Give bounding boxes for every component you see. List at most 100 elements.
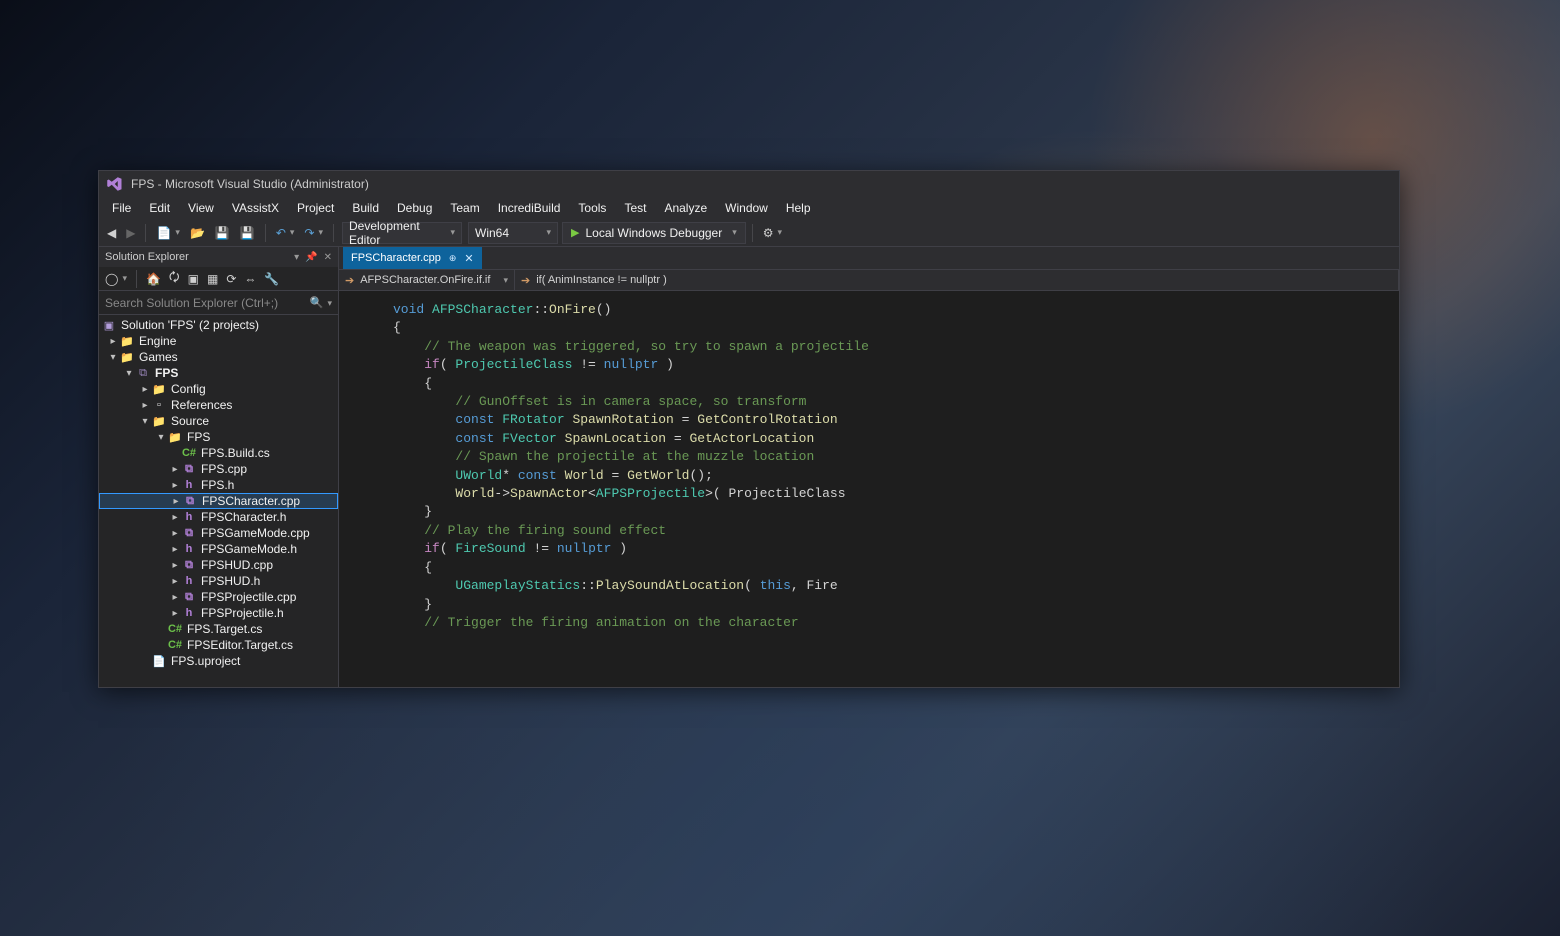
h-icon: h [181,543,197,555]
expand-icon[interactable]: ▸ [169,560,181,571]
document-tab[interactable]: FPSCharacter.cpp ⊕ ✕ [343,247,482,269]
menubar: File Edit View VAssistX Project Build De… [99,197,1399,219]
solution-explorer-toolbar: ◯▾ 🏠 🗘 ▣ ▦ ⟳ ⇔ 🔧 [99,267,338,291]
menu-help[interactable]: Help [777,199,820,217]
expand-icon[interactable]: ▸ [169,528,181,539]
toolbar-extra-button[interactable]: ⚙▾ [759,222,786,244]
tree-fps-src[interactable]: ▾📁FPS [99,429,338,445]
tree-config[interactable]: ▸📁Config [99,381,338,397]
pin-icon[interactable]: ⊕ [449,253,457,264]
expand-icon[interactable]: ▸ [169,592,181,603]
menu-tools[interactable]: Tools [569,199,615,217]
cs-icon: C# [181,447,197,459]
tree-item[interactable]: ▸⧉FPSProjectile.cpp [99,589,338,605]
expand-icon[interactable]: ▸ [139,384,151,395]
tree-item[interactable]: ▸hFPSHUD.h [99,573,338,589]
menu-team[interactable]: Team [441,199,488,217]
save-button[interactable]: 💾 [211,222,234,244]
menu-vassistx[interactable]: VAssistX [223,199,288,217]
expand-icon[interactable]: ▸ [170,496,182,507]
home-button[interactable]: ◯▾ [102,268,130,290]
tree-item[interactable]: C#FPS.Build.cs [99,445,338,461]
menu-debug[interactable]: Debug [388,199,441,217]
document-tabstrip: FPSCharacter.cpp ⊕ ✕ [339,247,1399,269]
cpp-icon: ⧉ [181,559,197,572]
close-icon[interactable]: ✕ [464,252,473,265]
expand-icon[interactable]: ▸ [169,512,181,523]
platform-combo[interactable]: Win64▾ [468,222,558,244]
h-icon: h [181,479,197,491]
solution-root[interactable]: ▣Solution 'FPS' (2 projects) [99,317,338,333]
menu-incredibuild[interactable]: IncrediBuild [489,199,570,217]
expand-icon[interactable]: ▸ [169,480,181,491]
cpp-icon: ⧉ [181,463,197,476]
new-item-button[interactable]: 📄▾ [152,222,183,244]
tree-item[interactable]: ▸hFPSProjectile.h [99,605,338,621]
close-icon[interactable]: ✕ [324,252,332,263]
home-icon-button[interactable]: 🏠 [143,268,164,290]
expand-icon[interactable]: ▸ [139,400,151,411]
menu-view[interactable]: View [179,199,223,217]
expand-icon[interactable]: ▸ [169,464,181,475]
expand-icon[interactable]: ▸ [169,544,181,555]
visual-studio-window: FPS - Microsoft Visual Studio (Administr… [98,170,1400,688]
refresh-button[interactable]: ⟳ [223,268,239,290]
collapse-icon[interactable]: ▾ [107,352,119,363]
tree-item[interactable]: ▸⧉FPSGameMode.cpp [99,525,338,541]
tree-source[interactable]: ▾📁Source [99,413,338,429]
tree-item[interactable]: C#FPSEditor.Target.cs [99,637,338,653]
menu-window[interactable]: Window [716,199,777,217]
collapse-icon[interactable]: ▾ [155,432,167,443]
collapse-button[interactable]: ⇔ [241,268,259,290]
menu-file[interactable]: File [103,199,140,217]
tree-item[interactable]: ▸⧉FPSHUD.cpp [99,557,338,573]
tree-item[interactable]: C#FPS.Target.cs [99,621,338,637]
folder-icon: 📁 [119,351,135,364]
tree-item-selected[interactable]: ▸⧉FPSCharacter.cpp [99,493,338,509]
expand-icon[interactable]: ▸ [169,608,181,619]
separator [265,224,266,242]
tree-item[interactable]: ▸hFPSGameMode.h [99,541,338,557]
menu-edit[interactable]: Edit [140,199,179,217]
h-icon: h [181,575,197,587]
tree-engine[interactable]: ▸📁Engine [99,333,338,349]
redo-button[interactable]: ↷▾ [300,222,327,244]
show-all-button[interactable]: ▦ [204,268,221,290]
properties-button[interactable]: 🔧 [261,268,282,290]
tree-item[interactable]: ▸hFPSCharacter.h [99,509,338,525]
tree-references[interactable]: ▸▫References [99,397,338,413]
tree-fps-project[interactable]: ▾⧉FPS [99,365,338,381]
code-editor[interactable]: void AFPSCharacter::OnFire() { // The we… [339,291,1399,687]
menu-analyze[interactable]: Analyze [655,199,716,217]
start-debugging-button[interactable]: ▶ Local Windows Debugger ▾ [562,222,746,244]
menu-project[interactable]: Project [288,199,343,217]
collapse-icon[interactable]: ▾ [139,416,151,427]
save-all-button[interactable]: 💾 [236,222,259,244]
pin-icon[interactable]: 📌 [305,252,317,263]
sync-button[interactable]: 🗘 [166,268,183,290]
folder-icon: 📁 [119,335,135,348]
menu-build[interactable]: Build [343,199,388,217]
solution-tree[interactable]: ▣Solution 'FPS' (2 projects) ▸📁Engine ▾📁… [99,315,338,687]
scope-button[interactable]: ▣ [185,268,202,290]
solution-search-input[interactable] [99,291,304,314]
nav-forward-button[interactable]: ▶ [122,222,139,244]
collapse-icon[interactable]: ▾ [123,368,135,379]
search-icon[interactable]: 🔍▾ [304,296,338,309]
dropdown-icon[interactable]: ▾ [294,252,299,263]
solution-explorer-panel: Solution Explorer ▾ 📌 ✕ ◯▾ 🏠 🗘 ▣ ▦ ⟳ ⇔ 🔧 [99,247,339,687]
nav-scope-combo[interactable]: ➔ AFPSCharacter.OnFire.if.if ▾ [339,270,515,290]
tree-games[interactable]: ▾📁Games [99,349,338,365]
tree-item[interactable]: 📄FPS.uproject [99,653,338,669]
nav-expr-combo[interactable]: ➔ if( AnimInstance != nullptr ) [515,270,1399,290]
tree-item[interactable]: ▸hFPS.h [99,477,338,493]
expand-icon[interactable]: ▸ [107,336,119,347]
undo-button[interactable]: ↶▾ [272,222,299,244]
open-button[interactable]: 📂 [186,222,209,244]
tree-item[interactable]: ▸⧉FPS.cpp [99,461,338,477]
expand-icon[interactable]: ▸ [169,576,181,587]
configuration-combo[interactable]: Development Editor▾ [342,222,462,244]
folder-icon: 📁 [167,431,183,444]
menu-test[interactable]: Test [615,199,655,217]
nav-back-button[interactable]: ◀ [103,222,120,244]
